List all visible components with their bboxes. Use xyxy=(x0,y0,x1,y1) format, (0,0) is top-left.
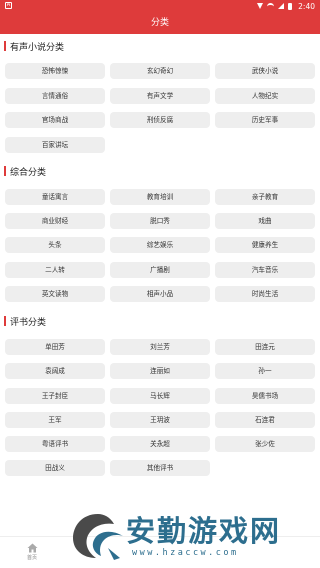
category-button[interactable]: 头条 xyxy=(5,237,105,253)
category-button[interactable]: 玄幻奇幻 xyxy=(110,63,210,79)
category-button[interactable]: 相声小品 xyxy=(110,286,210,302)
section-title-general: 综合分类 xyxy=(4,164,46,178)
category-button[interactable]: 教育培训 xyxy=(110,189,210,205)
category-button[interactable]: 戏曲 xyxy=(215,213,315,229)
category-button[interactable]: 王子封臣 xyxy=(5,388,105,404)
status-time: 2:40 xyxy=(298,1,315,11)
category-button[interactable]: 亲子教育 xyxy=(215,189,315,205)
category-button[interactable]: 时尚生活 xyxy=(215,286,315,302)
category-button[interactable]: 连丽如 xyxy=(110,363,210,379)
category-button[interactable]: 广播剧 xyxy=(110,262,210,278)
category-button[interactable]: 田连元 xyxy=(215,339,315,355)
category-button[interactable]: 综艺娱乐 xyxy=(110,237,210,253)
category-button[interactable]: 英文读物 xyxy=(5,286,105,302)
category-button[interactable]: 粤语评书 xyxy=(5,436,105,452)
signal-icon xyxy=(278,3,285,9)
watermark-logo-icon xyxy=(73,514,123,560)
section-title-storytelling: 评书分类 xyxy=(4,314,46,328)
category-button[interactable]: 童话寓言 xyxy=(5,189,105,205)
category-button[interactable]: 官场商战 xyxy=(5,112,105,128)
category-button[interactable]: 武侠小说 xyxy=(215,63,315,79)
category-button[interactable]: 其他评书 xyxy=(110,460,210,476)
category-button[interactable]: 单田芳 xyxy=(5,339,105,355)
wifi-icon xyxy=(267,2,275,10)
watermark-url: www.hzaccw.com xyxy=(132,548,239,558)
category-button[interactable]: 张少佐 xyxy=(215,436,315,452)
category-button[interactable]: 马长辉 xyxy=(110,388,210,404)
battery-icon xyxy=(288,2,293,10)
tab-home[interactable]: 首页 xyxy=(20,541,44,565)
home-icon xyxy=(27,543,37,553)
category-button[interactable]: 人物纪实 xyxy=(215,88,315,104)
category-button[interactable]: 关永超 xyxy=(110,436,210,452)
watermark-brand: 安勤游戏网 xyxy=(126,514,282,548)
category-button[interactable]: 汽车音乐 xyxy=(215,262,315,278)
category-button[interactable]: 袁阔成 xyxy=(5,363,105,379)
section-accent-bar xyxy=(4,41,6,51)
category-button[interactable]: 孙一 xyxy=(215,363,315,379)
category-button[interactable]: 脱口秀 xyxy=(110,213,210,229)
category-button[interactable]: 刘兰芳 xyxy=(110,339,210,355)
category-button[interactable]: 王军 xyxy=(5,412,105,428)
vpn-triangle-icon xyxy=(257,3,264,9)
section-title-label: 评书分类 xyxy=(10,317,47,328)
section-title-label: 有声小说分类 xyxy=(10,42,65,53)
section-accent-bar xyxy=(4,316,6,326)
notification-a-icon: A xyxy=(5,2,12,9)
category-button[interactable]: 健康养生 xyxy=(215,237,315,253)
category-button[interactable]: 石连君 xyxy=(215,412,315,428)
page-title: 分类 xyxy=(0,12,320,34)
category-button[interactable]: 百家讲坛 xyxy=(5,137,105,153)
section-title-label: 综合分类 xyxy=(10,167,47,178)
category-button[interactable]: 有声文学 xyxy=(110,88,210,104)
category-button[interactable]: 恐怖惊悚 xyxy=(5,63,105,79)
section-accent-bar xyxy=(4,166,6,176)
watermark: 安勤游戏网 www.hzaccw.com xyxy=(70,504,318,566)
category-button[interactable]: 田战义 xyxy=(5,460,105,476)
category-button[interactable]: 历史军事 xyxy=(215,112,315,128)
tab-home-label: 首页 xyxy=(26,555,37,561)
status-bar: A 2:40 xyxy=(0,0,320,12)
category-button[interactable]: 二人转 xyxy=(5,262,105,278)
category-button[interactable]: 王玥波 xyxy=(110,412,210,428)
category-button[interactable]: 刑侦反腐 xyxy=(110,112,210,128)
category-button[interactable]: 言情通俗 xyxy=(5,88,105,104)
category-button[interactable]: 昊儒书场 xyxy=(215,388,315,404)
section-title-audio-novels: 有声小说分类 xyxy=(4,39,64,53)
category-button[interactable]: 商业财经 xyxy=(5,213,105,229)
status-icons: 2:40 xyxy=(257,0,315,12)
